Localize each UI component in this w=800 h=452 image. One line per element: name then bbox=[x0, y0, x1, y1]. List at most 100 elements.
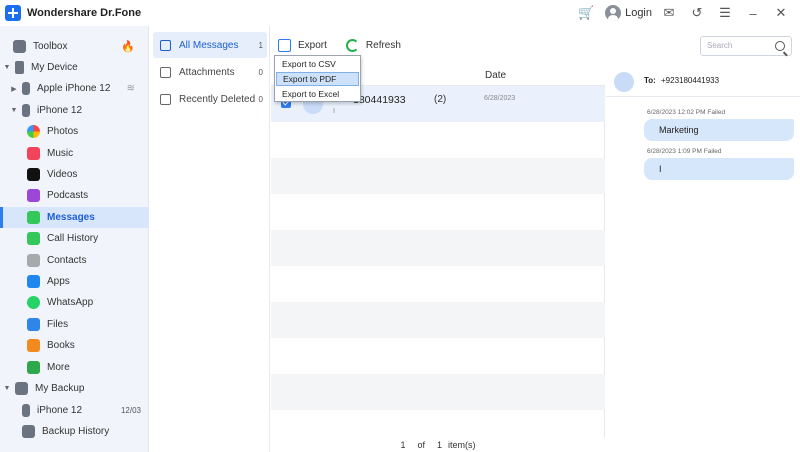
phone-icon bbox=[22, 104, 30, 117]
sidebar-item-files[interactable]: Files bbox=[0, 314, 149, 335]
category-label: Attachments bbox=[179, 66, 235, 78]
backup-icon bbox=[15, 382, 28, 395]
category-attachments[interactable]: Attachments 0 bbox=[153, 59, 267, 85]
sidebar-item-apps[interactable]: Apps bbox=[0, 271, 149, 292]
close-icon[interactable]: ✕ bbox=[770, 2, 792, 24]
chevron-right-icon[interactable]: ▶ bbox=[10, 85, 18, 93]
category-recently-deleted[interactable]: Recently Deleted 0 bbox=[153, 86, 267, 112]
app-store-icon bbox=[27, 275, 40, 288]
recipient-number: +923180441933 bbox=[661, 76, 720, 85]
search-icon[interactable] bbox=[775, 41, 785, 51]
to-label: To: bbox=[644, 76, 656, 85]
phone-icon bbox=[22, 82, 30, 95]
sidebar-item-label: My Device bbox=[31, 62, 78, 73]
sidebar-item-label: Call History bbox=[47, 233, 99, 244]
sidebar-item-label: Contacts bbox=[47, 255, 87, 266]
sidebar-item-label: Podcasts bbox=[47, 190, 89, 201]
sidebar-item-call-history[interactable]: Call History bbox=[0, 228, 149, 249]
sidebar-item-contacts[interactable]: Contacts bbox=[0, 250, 149, 271]
message-date: 6/28/2023 bbox=[484, 95, 516, 102]
sidebar-item-my-backup[interactable]: ▼ My Backup bbox=[0, 378, 149, 399]
category-count: 0 bbox=[258, 94, 263, 104]
sidebar-item-music[interactable]: Music bbox=[0, 143, 149, 164]
export-icon bbox=[278, 38, 291, 52]
category-count: 0 bbox=[258, 67, 263, 77]
music-icon bbox=[27, 147, 40, 160]
sidebar-item-label: Videos bbox=[47, 169, 78, 180]
conversation-panel: To: +923180441933 6/28/2023 12:02 PM Fai… bbox=[606, 64, 800, 452]
menu-icon[interactable]: ☰ bbox=[714, 2, 736, 24]
sidebar-item-books[interactable]: Books bbox=[0, 335, 149, 356]
refresh-label: Refresh bbox=[365, 39, 401, 51]
export-button[interactable]: Export bbox=[278, 38, 327, 52]
sidebar-item-label: Messages bbox=[47, 212, 95, 223]
empty-row bbox=[271, 374, 605, 410]
message-list: Date 180441933 (2) 6/28/2023 I bbox=[271, 64, 605, 438]
history-list-icon bbox=[22, 425, 35, 438]
empty-row bbox=[271, 338, 605, 374]
sidebar-item-photos[interactable]: Photos bbox=[0, 121, 149, 142]
sidebar-item-iphone-12[interactable]: ▼ iPhone 12 bbox=[0, 100, 149, 121]
date-column-header[interactable]: Date bbox=[485, 70, 506, 81]
sidebar-item-label: Files bbox=[47, 319, 69, 330]
sidebar-item-label: Apple iPhone 12 bbox=[37, 83, 111, 94]
user-avatar-icon bbox=[605, 5, 622, 21]
message-icon bbox=[160, 39, 171, 51]
menu-item-export-csv[interactable]: Export to CSV bbox=[276, 57, 359, 71]
login-button[interactable]: Login bbox=[605, 5, 652, 21]
sidebar-item-more[interactable]: More bbox=[0, 357, 149, 378]
sidebar-item-apple-iphone-12[interactable]: ▶ Apple iPhone 12 ≋ bbox=[0, 78, 149, 99]
folder-icon bbox=[27, 318, 40, 331]
sidebar: Toolbox 🔥 ▼ My Device ▶ Apple iPhone 12 … bbox=[0, 26, 149, 452]
sidebar-item-messages[interactable]: Messages bbox=[0, 207, 149, 228]
sidebar-item-label: iPhone 12 bbox=[37, 405, 83, 416]
sidebar-item-videos[interactable]: Videos bbox=[0, 164, 149, 185]
sidebar-item-podcasts[interactable]: Podcasts bbox=[0, 185, 149, 206]
tv-icon bbox=[27, 168, 40, 181]
sidebar-item-label: Music bbox=[47, 148, 74, 159]
chevron-down-icon[interactable]: ▼ bbox=[3, 385, 11, 392]
books-icon bbox=[27, 339, 40, 352]
pagination: 1 of 1 item(s) bbox=[271, 438, 605, 452]
app-title: Wondershare Dr.Fone bbox=[27, 7, 142, 19]
sidebar-item-label: My Backup bbox=[35, 383, 85, 394]
category-label: All Messages bbox=[179, 39, 239, 51]
empty-row bbox=[271, 158, 605, 194]
sidebar-item-whatsapp[interactable]: WhatsApp bbox=[0, 292, 149, 313]
menu-item-export-excel[interactable]: Export to Excel bbox=[276, 87, 359, 101]
hot-fire-icon: 🔥 bbox=[121, 41, 135, 53]
export-label: Export bbox=[298, 39, 327, 51]
sidebar-item-my-device[interactable]: ▼ My Device bbox=[0, 57, 149, 78]
whatsapp-icon bbox=[27, 296, 40, 309]
sidebar-item-backup-history[interactable]: Backup History bbox=[0, 421, 149, 442]
empty-row bbox=[271, 194, 605, 230]
chevron-down-icon[interactable]: ▼ bbox=[10, 107, 18, 114]
wifi-icon: ≋ bbox=[126, 83, 135, 94]
phone-call-icon bbox=[27, 232, 40, 245]
category-count: 1 bbox=[258, 40, 263, 50]
search-input[interactable]: Search bbox=[700, 36, 792, 56]
message-count: (2) bbox=[434, 94, 447, 105]
messages-icon bbox=[27, 211, 40, 224]
of-label: of bbox=[417, 440, 425, 450]
sidebar-item-backup-iphone-12[interactable]: iPhone 12 12/03 bbox=[0, 400, 149, 421]
phone-icon bbox=[22, 404, 30, 417]
cart-icon[interactable]: 🛒 bbox=[575, 2, 597, 24]
sidebar-item-label: Books bbox=[47, 340, 75, 351]
mail-icon[interactable]: ✉ bbox=[658, 2, 680, 24]
minimize-icon[interactable]: – bbox=[742, 2, 764, 24]
empty-row bbox=[271, 302, 605, 338]
more-grid-icon bbox=[27, 361, 40, 374]
menu-item-export-pdf[interactable]: Export to PDF bbox=[276, 72, 359, 86]
export-dropdown-menu: Export to CSV Export to PDF Export to Ex… bbox=[274, 55, 361, 102]
history-icon[interactable]: ↺ bbox=[686, 2, 708, 24]
empty-row bbox=[271, 266, 605, 302]
category-all-messages[interactable]: All Messages 1 bbox=[153, 32, 267, 58]
sidebar-item-toolbox[interactable]: Toolbox 🔥 bbox=[0, 36, 149, 57]
refresh-button[interactable]: Refresh bbox=[345, 38, 401, 52]
title-bar: Wondershare Dr.Fone 🛒 Login ✉ ↺ ☰ – ✕ bbox=[0, 0, 800, 26]
empty-row bbox=[271, 410, 605, 438]
chevron-down-icon[interactable]: ▼ bbox=[3, 64, 11, 71]
sidebar-item-label: WhatsApp bbox=[47, 297, 94, 308]
drfone-logo-icon bbox=[5, 5, 21, 21]
